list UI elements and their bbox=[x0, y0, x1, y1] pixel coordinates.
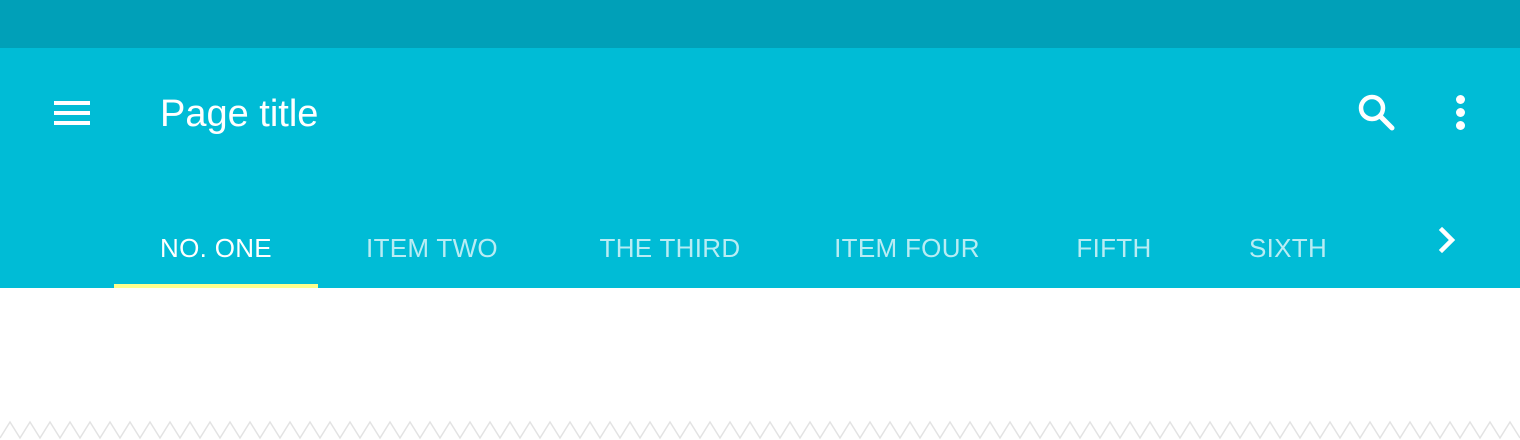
torn-edge bbox=[0, 410, 1520, 440]
page-title: Page title bbox=[160, 93, 319, 135]
tab-scroll-right-button[interactable] bbox=[1424, 216, 1472, 264]
tab-item-two[interactable]: ITEM TWO bbox=[330, 208, 534, 288]
search-button[interactable] bbox=[1352, 88, 1400, 136]
tab-label: SIXTH bbox=[1248, 232, 1328, 263]
tab-label: THE THIRD bbox=[599, 232, 741, 263]
tab-label: ITEM TWO bbox=[366, 232, 498, 263]
chevron-right-icon bbox=[1438, 226, 1456, 254]
menu-icon bbox=[54, 101, 90, 125]
search-icon bbox=[1358, 94, 1395, 131]
tab-item-four[interactable]: ITEM FOUR bbox=[800, 208, 1014, 288]
tab-label: NO. ONE bbox=[160, 232, 272, 263]
tab-label: ITEM FOUR bbox=[834, 232, 980, 263]
tab-no-one[interactable]: NO. ONE bbox=[114, 208, 318, 288]
more-options-button[interactable] bbox=[1436, 88, 1484, 136]
tab-the-third[interactable]: THE THIRD bbox=[560, 208, 780, 288]
app-bar: Page title NO. ONE ITEM TWO THE THIRD IT… bbox=[0, 48, 1520, 288]
tab-sixth[interactable]: SIXTH bbox=[1210, 208, 1366, 288]
status-bar bbox=[0, 0, 1520, 48]
tab-fifth[interactable]: FIFTH bbox=[1040, 208, 1188, 288]
more-vert-icon bbox=[1455, 93, 1465, 132]
tab-label: FIFTH bbox=[1076, 232, 1152, 263]
menu-button[interactable] bbox=[36, 88, 108, 138]
